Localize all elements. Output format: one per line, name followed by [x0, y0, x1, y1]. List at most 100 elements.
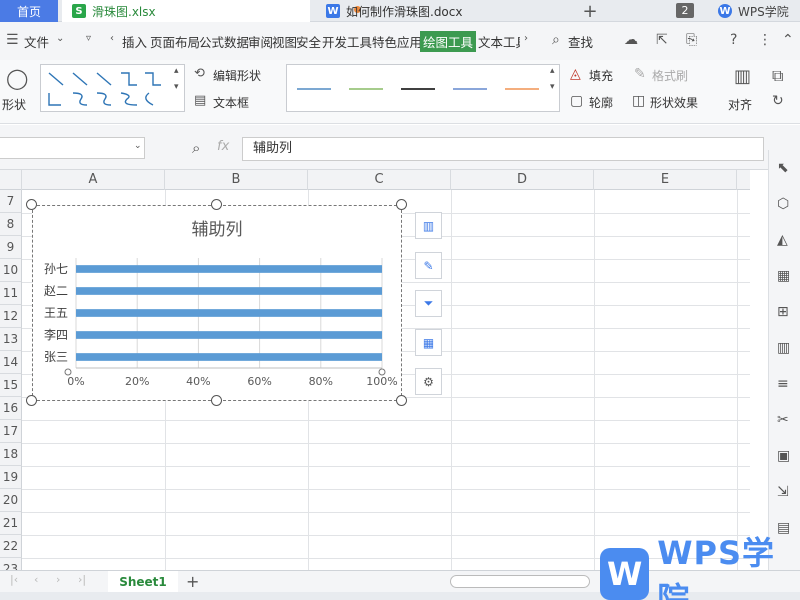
- bar-0[interactable]: [76, 265, 382, 273]
- tab-drawing-tools[interactable]: 绘图工具: [420, 31, 477, 52]
- bar-2[interactable]: [76, 309, 382, 317]
- wps-academy-link[interactable]: W WPS学院: [718, 0, 800, 22]
- search-button[interactable]: 查找: [568, 32, 593, 51]
- tab-security[interactable]: 安全: [296, 32, 321, 51]
- sheet-tab-sheet1[interactable]: Sheet1: [108, 571, 178, 593]
- row-header-8[interactable]: 8: [0, 213, 22, 236]
- search-icon[interactable]: ⌕: [552, 32, 560, 48]
- prev-sheet-icon[interactable]: ‹: [34, 573, 38, 586]
- share-icon[interactable]: ⇱: [656, 32, 668, 48]
- column-header-d[interactable]: D: [451, 170, 594, 190]
- row-header-20[interactable]: 20: [0, 489, 22, 512]
- row-header-10[interactable]: 10: [0, 259, 22, 282]
- tab-spreadsheet[interactable]: S 滑珠图.xlsx: [62, 0, 361, 22]
- format-painter-button[interactable]: 格式刷: [652, 67, 688, 84]
- textbox-button[interactable]: 文本框: [213, 94, 249, 111]
- row-header-21[interactable]: 21: [0, 512, 22, 535]
- resize-handle-top-left[interactable]: [26, 199, 37, 210]
- zoom-icon[interactable]: ⌕: [192, 139, 200, 157]
- tab-text-tools[interactable]: 文本工具: [478, 32, 520, 51]
- last-sheet-icon[interactable]: ›|: [78, 573, 86, 586]
- row-header-19[interactable]: 19: [0, 466, 22, 489]
- tab-formulas[interactable]: 公式: [199, 32, 224, 51]
- shape-icon[interactable]: ◯: [6, 66, 28, 90]
- row-header-17[interactable]: 17: [0, 420, 22, 443]
- row-header-18[interactable]: 18: [0, 443, 22, 466]
- row-header-16[interactable]: 16: [0, 397, 22, 420]
- bar-3[interactable]: [76, 331, 382, 339]
- tab-developer[interactable]: 开发工具: [322, 32, 372, 51]
- select-all-corner[interactable]: [0, 170, 22, 190]
- scroll-left-icon[interactable]: ‹: [110, 33, 114, 44]
- chart-styles-button[interactable]: ✎: [415, 252, 442, 279]
- resize-handle-bottom-right[interactable]: [396, 395, 407, 406]
- export-icon[interactable]: ⎘: [686, 32, 697, 48]
- chart-data-button[interactable]: ▦: [415, 329, 442, 356]
- tab-document[interactable]: W 如何制作滑珠图.docx: [316, 0, 564, 22]
- row-header-11[interactable]: 11: [0, 282, 22, 305]
- style-gallery-up-icon[interactable]: ▴: [550, 66, 555, 76]
- tab-insert[interactable]: 插入: [122, 32, 147, 51]
- horizontal-scrollbar[interactable]: [450, 575, 590, 588]
- shape-effects-button[interactable]: 形状效果: [650, 94, 698, 111]
- tab-view[interactable]: 视图: [272, 32, 297, 51]
- tab-special-features[interactable]: 特色应用: [372, 32, 422, 51]
- row-header-9[interactable]: 9: [0, 236, 22, 259]
- row-header-14[interactable]: 14: [0, 351, 22, 374]
- style-gallery-down-icon[interactable]: ▾: [550, 82, 555, 92]
- column-header-a[interactable]: A: [22, 170, 165, 190]
- resize-handle-bottom-left[interactable]: [26, 395, 37, 406]
- chart-elements-button[interactable]: ▥: [415, 212, 442, 239]
- menu-file[interactable]: 文件: [24, 32, 49, 51]
- align-button[interactable]: 对齐: [728, 96, 752, 113]
- column-header-b[interactable]: B: [165, 170, 308, 190]
- group-icon[interactable]: ⧉: [772, 66, 783, 86]
- shapes-panel-icon[interactable]: ⬡: [777, 196, 793, 212]
- export-panel-icon[interactable]: ⇲: [777, 484, 793, 500]
- more-icon[interactable]: ⋮: [758, 32, 772, 48]
- window-count-badge[interactable]: 2: [676, 3, 694, 18]
- first-sheet-icon[interactable]: |‹: [10, 573, 18, 586]
- tab-data[interactable]: 数据: [224, 32, 249, 51]
- rotate-icon[interactable]: ↻: [772, 93, 784, 109]
- bar-1[interactable]: [76, 287, 382, 295]
- row-header-12[interactable]: 12: [0, 305, 22, 328]
- image-icon[interactable]: ▣: [777, 448, 793, 464]
- resize-handle-bottom[interactable]: [211, 395, 222, 406]
- formula-input[interactable]: 辅助列: [242, 137, 764, 161]
- collapse-ribbon-icon[interactable]: ⌃: [782, 32, 794, 48]
- chart-panel-icon[interactable]: ▥: [777, 340, 793, 356]
- column-header-e[interactable]: E: [594, 170, 737, 190]
- cursor-icon[interactable]: ⬉: [777, 160, 793, 176]
- tab-review[interactable]: 审阅: [248, 32, 273, 51]
- layers-icon[interactable]: ◭: [777, 232, 793, 248]
- scroll-right-icon[interactable]: ›: [524, 33, 528, 44]
- line-style-gallery[interactable]: [286, 64, 560, 112]
- add-sheet-button[interactable]: +: [186, 572, 199, 591]
- next-sheet-icon[interactable]: ›: [56, 573, 60, 586]
- chart-filter-button[interactable]: ⏷: [415, 290, 442, 317]
- bar-chart[interactable]: 辅助列 0% 20% 40% 60% 80% 100% 孙七 赵二 王五 李四 张三: [32, 205, 402, 401]
- sliders-icon[interactable]: ≡: [777, 376, 793, 392]
- gallery-scroll-up-icon[interactable]: ▴: [174, 66, 179, 76]
- fill-button[interactable]: 填充: [589, 67, 613, 84]
- insert-shape-button[interactable]: 形状: [2, 96, 26, 113]
- line-shape-gallery[interactable]: [40, 64, 185, 112]
- hamburger-menu-icon[interactable]: ☰: [6, 32, 19, 48]
- bar-4[interactable]: [76, 353, 382, 361]
- gallery-scroll-down-icon[interactable]: ▾: [174, 82, 179, 92]
- row-header-15[interactable]: 15: [0, 374, 22, 397]
- help-icon[interactable]: ?: [730, 32, 737, 48]
- plot-area-handle[interactable]: [378, 368, 386, 376]
- new-tab-button[interactable]: +: [578, 0, 602, 22]
- tab-page-layout[interactable]: 页面布局: [150, 32, 200, 51]
- resize-handle-top-right[interactable]: [396, 199, 407, 210]
- row-header-22[interactable]: 22: [0, 535, 22, 558]
- function-icon[interactable]: fx: [217, 139, 229, 154]
- plot-area-handle[interactable]: [64, 368, 72, 376]
- tools-icon[interactable]: ✂: [777, 412, 793, 428]
- row-header-13[interactable]: 13: [0, 328, 22, 351]
- table-icon[interactable]: ▦: [777, 268, 793, 284]
- quick-access-dropdown-icon[interactable]: ▿: [86, 33, 91, 44]
- tab-home[interactable]: 首页: [0, 0, 58, 22]
